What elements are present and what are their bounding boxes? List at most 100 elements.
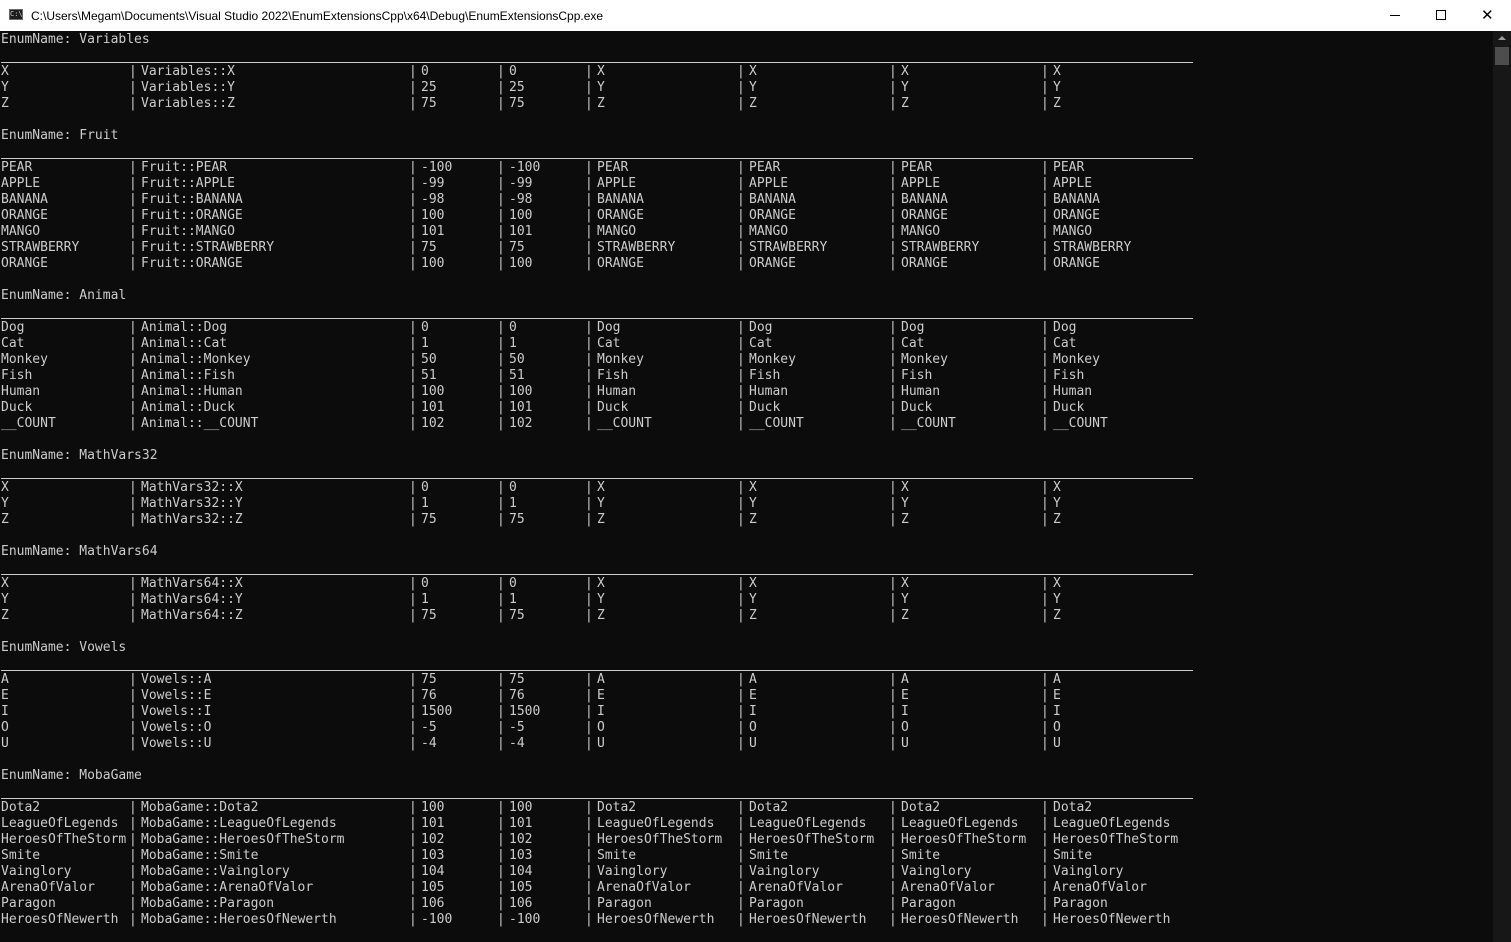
column-separator: |	[585, 336, 593, 351]
column-separator: |	[889, 848, 897, 863]
column-separator: |	[497, 704, 505, 719]
close-button[interactable]: ✕	[1464, 0, 1510, 31]
column-separator: |	[737, 576, 745, 591]
column-separator: |	[409, 224, 417, 239]
table-cell: 100	[509, 800, 533, 815]
column-separator: |	[409, 848, 417, 863]
column-separator: |	[585, 800, 593, 815]
table-cell: X	[749, 64, 757, 79]
column-separator: |	[585, 384, 593, 399]
enum-value-name: X	[1, 64, 9, 79]
table-cell: MathVars64::X	[141, 576, 243, 591]
chevron-up-icon	[1498, 36, 1506, 40]
column-separator: |	[889, 208, 897, 223]
column-separator: |	[129, 368, 137, 383]
column-separator: |	[889, 736, 897, 751]
table-cell: Cat	[901, 336, 925, 351]
table-cell: -4	[509, 736, 525, 751]
column-separator: |	[497, 416, 505, 431]
enum-value-name: __COUNT	[1, 416, 56, 431]
column-separator: |	[129, 576, 137, 591]
column-separator: |	[889, 512, 897, 527]
table-cell: PEAR	[749, 160, 781, 175]
table-cell: MathVars32::Z	[141, 512, 243, 527]
column-separator: |	[889, 912, 897, 927]
enum-value-name: Y	[1, 496, 9, 511]
table-cell: STRAWBERRY	[749, 240, 828, 255]
table-cell: E	[749, 688, 757, 703]
maximize-button[interactable]	[1418, 0, 1464, 31]
table-cell: Monkey	[901, 352, 948, 367]
column-separator: |	[409, 416, 417, 431]
table-cell: -99	[421, 176, 445, 191]
table-cell: MathVars64::Y	[141, 592, 243, 607]
table-cell: Dota2	[1053, 800, 1093, 815]
enum-header: EnumName: MobaGame	[1, 768, 142, 783]
column-separator: |	[737, 512, 745, 527]
column-separator: |	[497, 384, 505, 399]
table-cell: Vainglory	[1053, 864, 1124, 879]
vertical-scrollbar[interactable]	[1493, 31, 1511, 942]
column-separator: |	[585, 368, 593, 383]
column-separator: |	[1041, 176, 1049, 191]
column-separator: |	[585, 256, 593, 271]
column-separator: |	[409, 592, 417, 607]
scroll-up-button[interactable]	[1493, 31, 1511, 45]
column-separator: |	[585, 848, 593, 863]
column-separator: |	[889, 672, 897, 687]
column-separator: |	[497, 352, 505, 367]
table-cell: Paragon	[1053, 896, 1108, 911]
table-cell: STRAWBERRY	[1053, 240, 1132, 255]
table-cell: I	[1053, 704, 1061, 719]
minimize-button[interactable]	[1372, 0, 1418, 31]
table-cell: __COUNT	[749, 416, 804, 431]
scroll-thumb[interactable]	[1495, 47, 1509, 65]
console-output[interactable]: EnumName: Variables X | Variables::X | 0 | 0 | X |…	[0, 31, 1493, 942]
column-separator: |	[1041, 96, 1049, 111]
column-separator: |	[889, 256, 897, 271]
table-cell: -5	[421, 720, 437, 735]
enum-value-name: Vainglory	[1, 864, 72, 879]
column-separator: |	[737, 352, 745, 367]
table-cell: 100	[421, 208, 445, 223]
table-cell: BANANA	[749, 192, 796, 207]
column-separator: |	[585, 192, 593, 207]
column-separator: |	[585, 320, 593, 335]
table-cell: 75	[509, 512, 525, 527]
table-cell: U	[749, 736, 757, 751]
enum-value-name: Human	[1, 384, 41, 399]
column-separator: |	[1041, 496, 1049, 511]
minimize-icon	[1390, 15, 1400, 16]
column-separator: |	[1041, 912, 1049, 927]
table-cell: 101	[421, 224, 445, 239]
title-bar[interactable]: C:\ C:\Users\Megam\Documents\Visual Stud…	[0, 0, 1511, 31]
table-cell: U	[597, 736, 605, 751]
column-separator: |	[889, 384, 897, 399]
column-separator: |	[737, 496, 745, 511]
column-separator: |	[497, 208, 505, 223]
column-separator: |	[129, 816, 137, 831]
console-app-icon[interactable]: C:\	[9, 9, 23, 20]
table-cell: Dog	[749, 320, 773, 335]
column-separator: |	[737, 176, 745, 191]
table-cell: Fruit::BANANA	[141, 192, 243, 207]
table-cell: X	[1053, 576, 1061, 591]
column-separator: |	[889, 800, 897, 815]
column-separator: |	[129, 384, 137, 399]
table-cell: 25	[509, 80, 525, 95]
column-separator: |	[585, 704, 593, 719]
table-cell: Human	[749, 384, 789, 399]
column-separator: |	[497, 176, 505, 191]
column-separator: |	[409, 176, 417, 191]
column-separator: |	[1041, 384, 1049, 399]
table-cell: -100	[509, 160, 541, 175]
column-separator: |	[1041, 80, 1049, 95]
column-separator: |	[129, 320, 137, 335]
table-cell: Monkey	[749, 352, 796, 367]
column-separator: |	[889, 64, 897, 79]
enum-header: EnumName: Animal	[1, 288, 127, 303]
close-icon: ✕	[1481, 6, 1494, 24]
column-separator: |	[129, 592, 137, 607]
table-cell: Vowels::E	[141, 688, 212, 703]
column-separator: |	[1041, 416, 1049, 431]
